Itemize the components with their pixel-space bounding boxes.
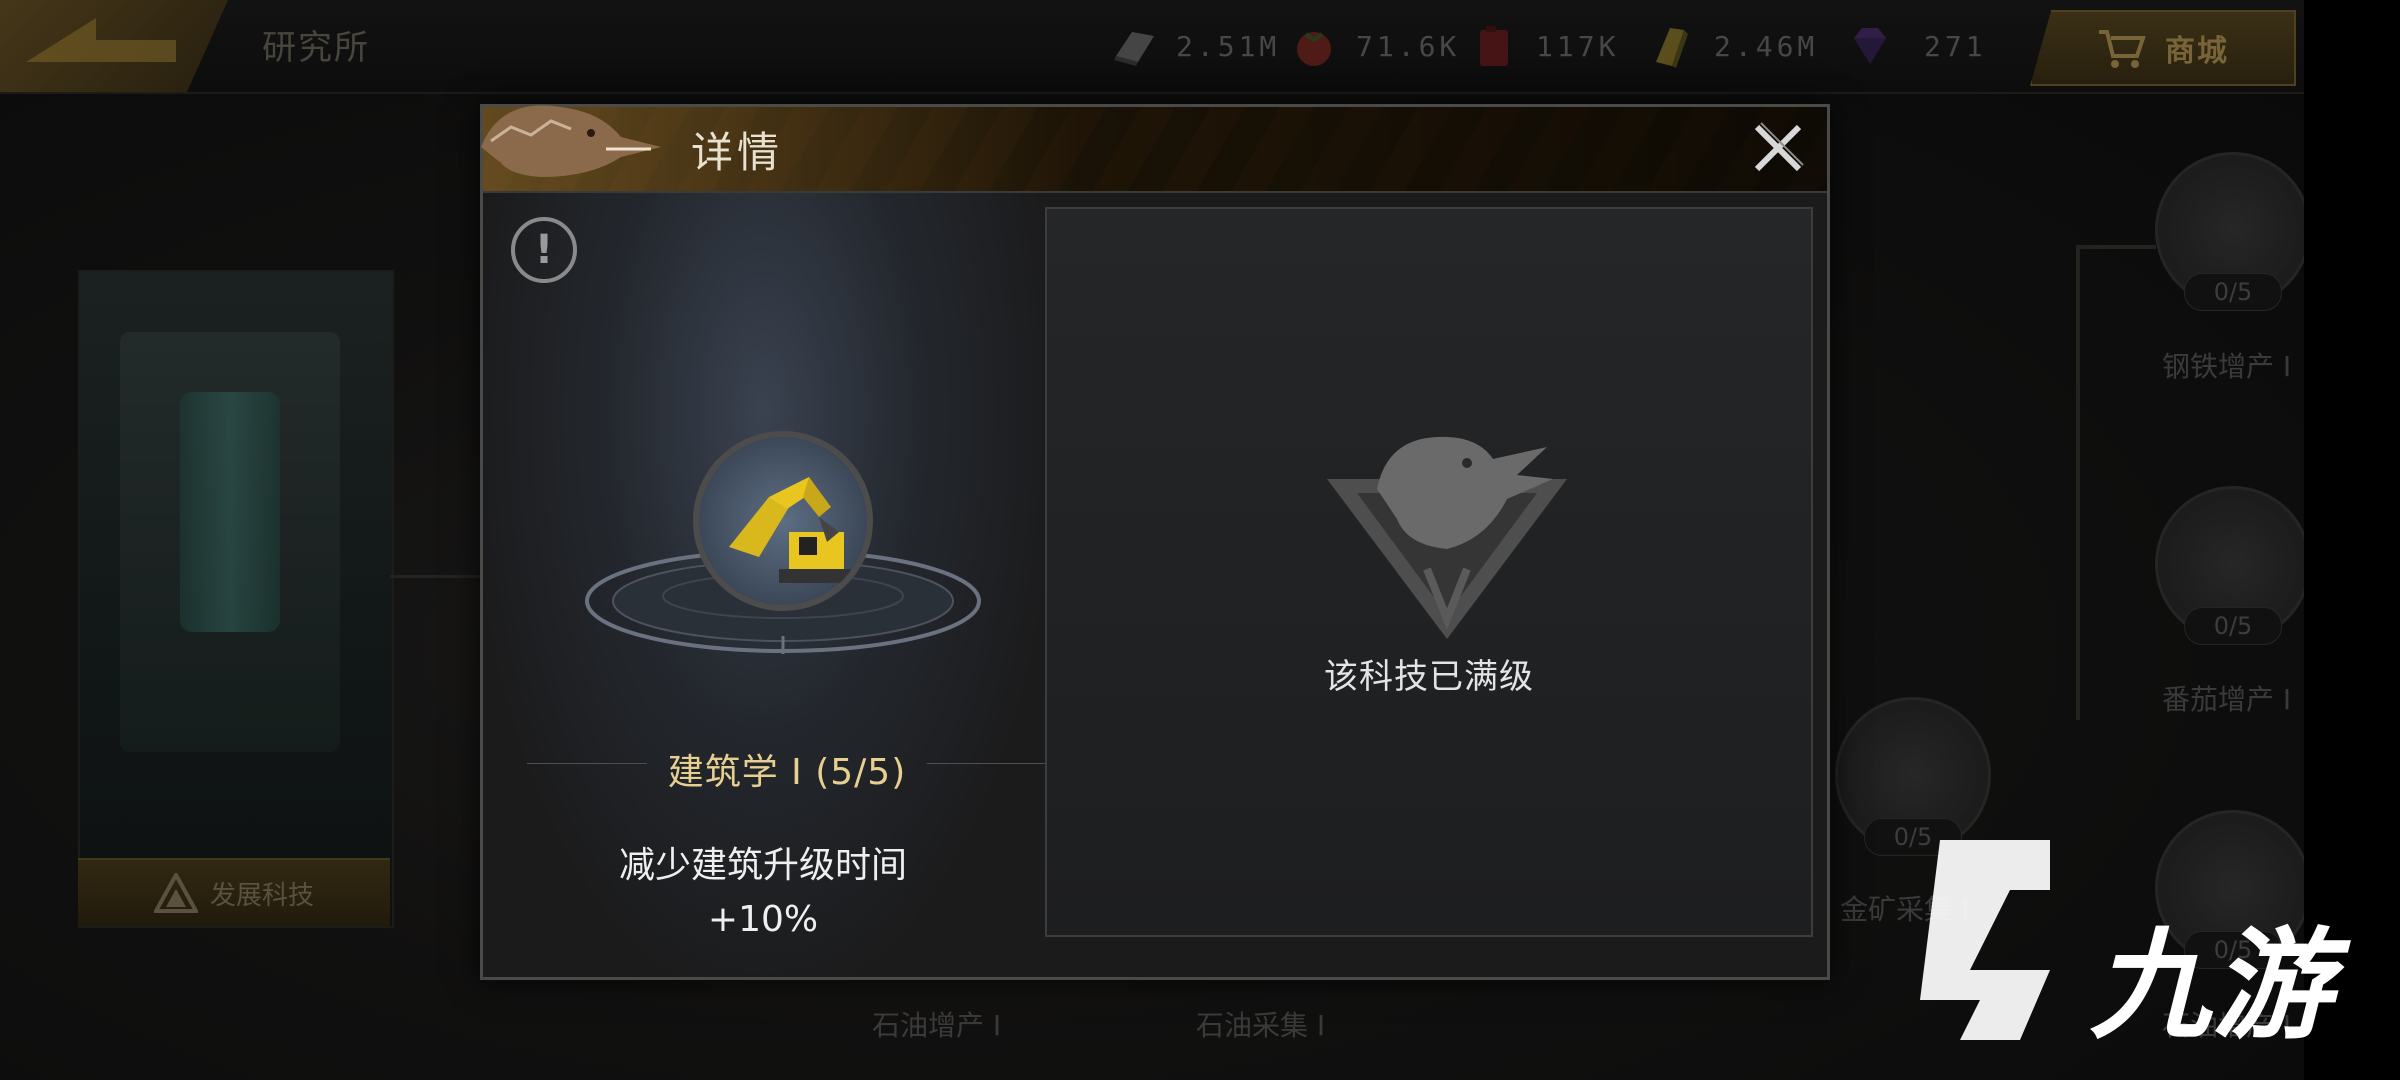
maxed-message: 该科技已满级	[1324, 657, 1534, 697]
excavator-icon	[693, 431, 873, 611]
modal-header: 详情	[483, 107, 1827, 193]
tech-status-panel: 该科技已满级	[1045, 207, 1813, 937]
dinosaur-badge-icon	[481, 105, 661, 177]
tech-bonus-value: +10%	[707, 899, 819, 940]
modal-title: 详情	[691, 128, 784, 177]
info-glyph: !	[534, 227, 554, 273]
close-icon[interactable]	[1747, 117, 1809, 179]
info-icon[interactable]: !	[511, 217, 577, 283]
tech-description: 减少建筑升级时间	[618, 845, 907, 886]
tech-name: 建筑学 I (5/5)	[667, 752, 907, 793]
dinosaur-emblem-icon	[1327, 436, 1567, 639]
watermark-text: 九游	[2090, 917, 2334, 1056]
tech-title-row: 建筑学 I (5/5)	[527, 733, 1047, 793]
details-modal: 建筑学 I (5/5) 减少建筑升级时间 +10% 详情 ! 该科技已满级	[480, 104, 1830, 980]
tech-info-panel: 建筑学 I (5/5) 减少建筑升级时间 +10%	[483, 191, 1047, 977]
